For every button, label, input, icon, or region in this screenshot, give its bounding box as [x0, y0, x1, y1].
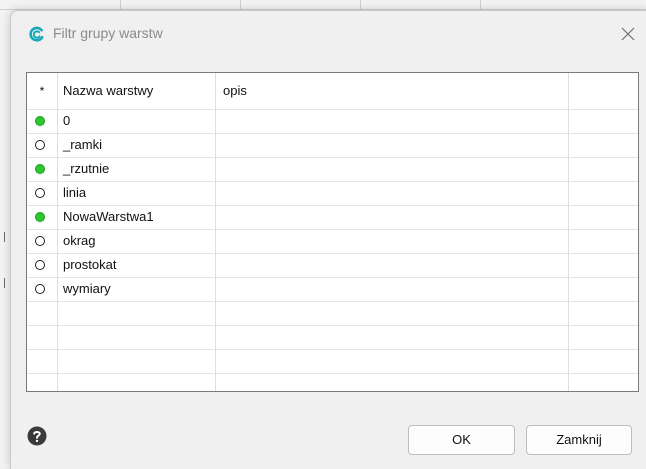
help-icon[interactable] — [27, 426, 47, 446]
table-row[interactable]: 0 — [27, 110, 638, 134]
layer-name-cell: prostokat — [63, 257, 117, 272]
layer-name-cell: okrag — [63, 233, 96, 248]
layer-off-indicator-icon[interactable] — [35, 284, 45, 294]
background-gridline — [480, 0, 481, 10]
layer-name-cell: wymiary — [63, 281, 111, 296]
layer-off-indicator-icon[interactable] — [35, 188, 45, 198]
title-bar: Filtr grupy warstw — [11, 11, 646, 57]
layer-on-indicator-icon[interactable] — [35, 212, 45, 222]
row-divider — [27, 157, 638, 158]
layer-table[interactable]: * Nazwa warstwy opis 0 _ramki _rzutnielini… — [26, 72, 639, 392]
row-divider — [27, 253, 638, 254]
row-divider — [27, 205, 638, 206]
layer-off-indicator-icon[interactable] — [35, 236, 45, 246]
background-ruler-tick — [4, 278, 9, 288]
app-logo-icon — [29, 26, 44, 42]
table-row[interactable]: NowaWarstwa1 — [27, 206, 638, 230]
row-divider — [27, 325, 638, 326]
layer-name-cell: linia — [63, 185, 87, 200]
row-divider — [27, 301, 638, 302]
background-ruler-tick — [4, 232, 9, 242]
layer-group-filter-dialog: Filtr grupy warstw * Nazwa warstwy opis … — [10, 10, 646, 469]
column-header-status[interactable]: * — [27, 73, 57, 109]
layer-name-cell: _rzutnie — [63, 161, 110, 176]
layer-on-indicator-icon[interactable] — [35, 116, 45, 126]
layer-name-cell: NowaWarstwa1 — [63, 209, 154, 224]
column-header-layer-name[interactable]: Nazwa warstwy — [63, 73, 153, 109]
dialog-title: Filtr grupy warstw — [53, 25, 163, 41]
row-divider — [27, 277, 638, 278]
table-row[interactable]: _rzutnie — [27, 158, 638, 182]
layer-name-cell: 0 — [63, 113, 71, 128]
ok-button[interactable]: OK — [408, 425, 515, 455]
close-button[interactable]: Zamknij — [526, 425, 632, 455]
layer-on-indicator-icon[interactable] — [35, 164, 45, 174]
layer-off-indicator-icon[interactable] — [35, 140, 45, 150]
background-gridline — [240, 0, 241, 10]
row-divider — [27, 373, 638, 374]
layer-off-indicator-icon[interactable] — [35, 260, 45, 270]
close-icon[interactable] — [617, 23, 639, 45]
row-divider — [27, 181, 638, 182]
column-header-description[interactable]: opis — [223, 73, 247, 109]
background-gridline — [120, 0, 121, 10]
table-row[interactable]: linia — [27, 182, 638, 206]
row-divider — [27, 349, 638, 350]
row-divider — [27, 229, 638, 230]
layer-name-cell: _ramki — [63, 137, 103, 152]
table-row[interactable]: _ramki — [27, 134, 638, 158]
row-divider — [27, 109, 638, 110]
table-row[interactable]: okrag — [27, 230, 638, 254]
table-row[interactable]: wymiary — [27, 278, 638, 302]
table-row[interactable]: prostokat — [27, 254, 638, 278]
row-divider — [27, 133, 638, 134]
background-gridline — [360, 0, 361, 10]
